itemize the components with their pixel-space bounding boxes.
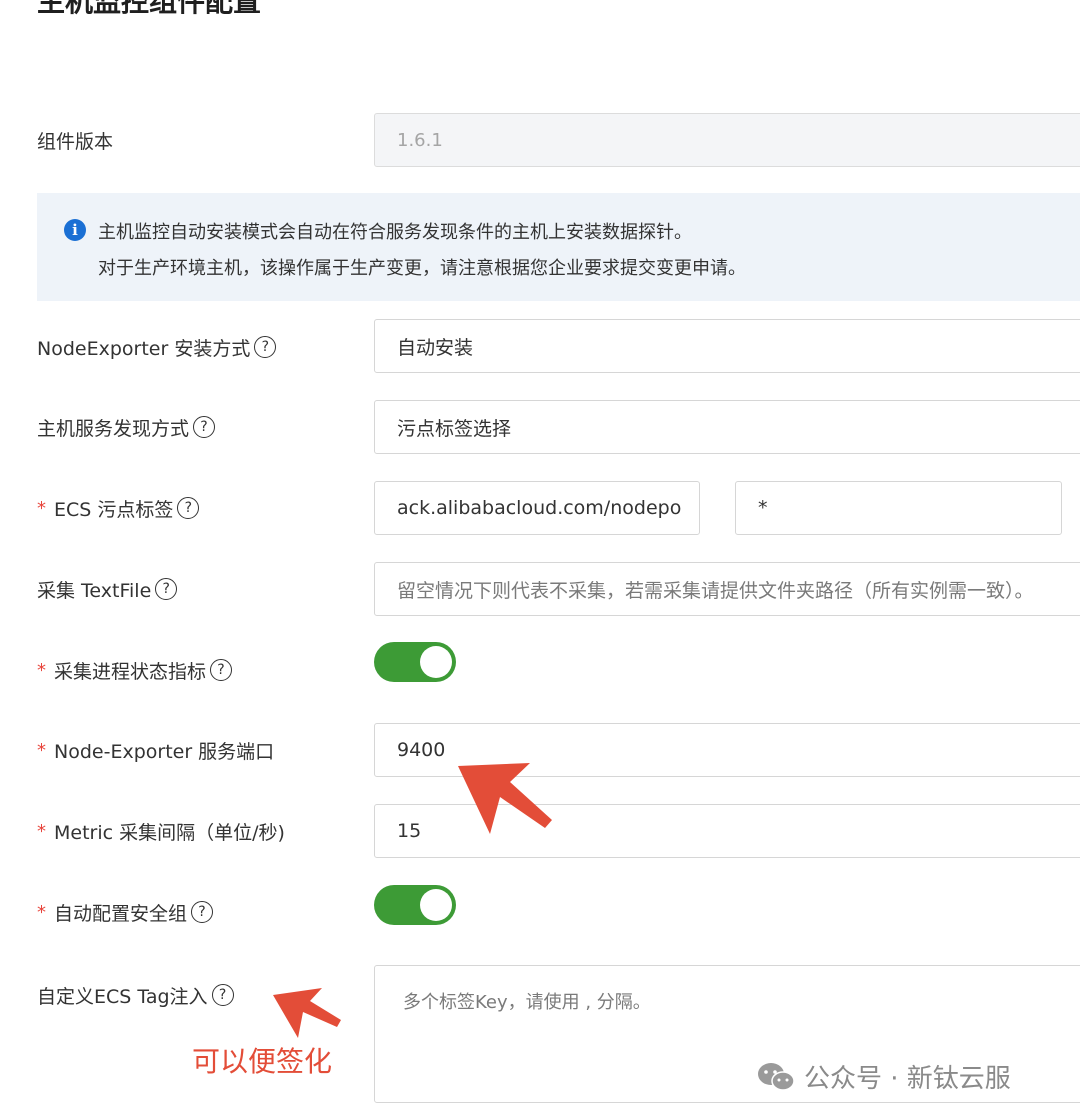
required-mark: * <box>37 739 46 761</box>
taint-label: * ECS 污点标签 ? <box>37 493 200 523</box>
required-mark: * <box>37 497 46 519</box>
annotation-text: 可以便签化 <box>192 1045 333 1078</box>
process-metrics-toggle[interactable] <box>374 642 456 682</box>
info-icon: i <box>64 219 86 241</box>
toggle-knob <box>420 889 452 921</box>
tag-injection-label: 自定义ECS Tag注入 ? <box>37 980 234 1010</box>
arrow-icon <box>273 988 341 1038</box>
required-mark: * <box>37 659 46 681</box>
port-input[interactable]: 9400 <box>374 723 1080 777</box>
toggle-knob <box>420 646 452 678</box>
security-group-toggle[interactable] <box>374 885 456 925</box>
wechat-icon <box>758 1062 795 1091</box>
annotation-arrows <box>273 763 552 1038</box>
install-mode-select[interactable]: 自动安装 <box>374 319 1080 373</box>
info-notice: i 主机监控自动安装模式会自动在符合服务发现条件的主机上安装数据探针。 对于生产… <box>37 193 1080 301</box>
help-icon[interactable]: ? <box>211 984 234 1006</box>
help-icon[interactable]: ? <box>193 416 216 438</box>
notice-line-2: 对于生产环境主机，该操作属于生产变更，请注意根据您企业要求提交变更申请。 <box>98 258 746 279</box>
textfile-label: 采集 TextFile ? <box>37 574 178 604</box>
process-metrics-label: * 采集进程状态指标 ? <box>37 655 233 685</box>
watermark: 公众号 · 新钛云服 <box>756 1058 1011 1095</box>
tag-injection-placeholder: 多个标签Key，请使用 , 分隔。 <box>403 992 651 1013</box>
security-group-label: * 自动配置安全组 ? <box>37 897 214 927</box>
port-label: * Node-Exporter 服务端口 <box>37 739 275 763</box>
discovery-select[interactable]: 污点标签选择 <box>374 400 1080 454</box>
notice-line-1: 主机监控自动安装模式会自动在符合服务发现条件的主机上安装数据探针。 <box>98 222 692 243</box>
textfile-input[interactable]: 留空情况下则代表不采集，若需采集请提供文件夹路径（所有实例需一致）。 <box>374 562 1080 616</box>
help-icon[interactable]: ? <box>155 578 178 600</box>
required-mark: * <box>37 820 46 842</box>
taint-key-input[interactable]: ack.alibabacloud.com/nodepo <box>374 481 700 535</box>
taint-value-input[interactable]: * <box>735 481 1062 535</box>
page-title: 主机监控组件配置 <box>37 0 262 18</box>
version-field: 1.6.1 <box>374 113 1080 167</box>
help-icon[interactable]: ? <box>254 336 277 358</box>
help-icon[interactable]: ? <box>177 497 200 519</box>
required-mark: * <box>37 901 46 923</box>
help-icon[interactable]: ? <box>210 659 233 681</box>
discovery-label: 主机服务发现方式 ? <box>37 412 216 442</box>
interval-input[interactable]: 15 <box>374 804 1080 858</box>
version-label: 组件版本 <box>37 130 114 153</box>
interval-label: * Metric 采集间隔（单位/秒) <box>37 820 285 844</box>
install-mode-label: NodeExporter 安装方式 ? <box>37 332 277 362</box>
help-icon[interactable]: ? <box>191 901 214 923</box>
